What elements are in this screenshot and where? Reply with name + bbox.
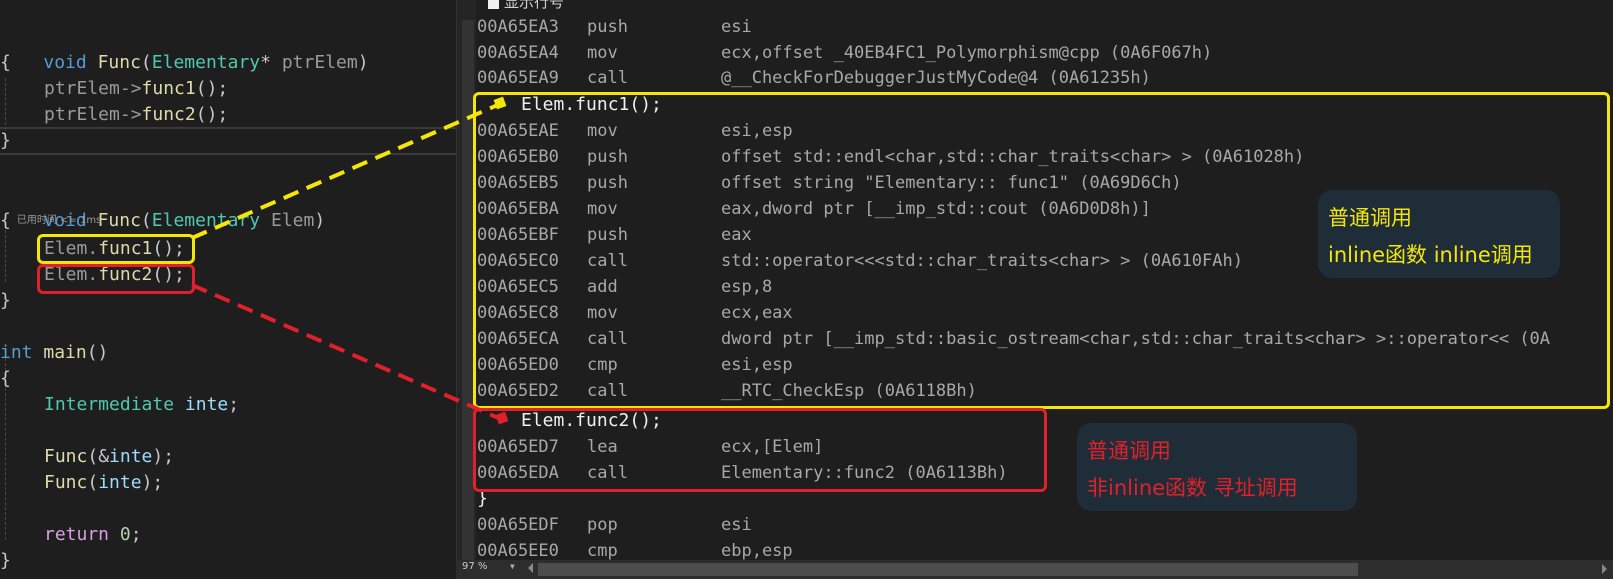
function-name: Func [97, 52, 141, 73]
noninline-call-highlight-box [37, 264, 195, 294]
note-line: inline函数 inline调用 [1328, 243, 1533, 267]
method-name: func1 [141, 78, 196, 99]
punct: ; [228, 394, 240, 415]
code-line-call-val[interactable]: Func(inte); [44, 470, 163, 496]
inline-call-note: 普通调用 inline函数 inline调用 [1318, 190, 1560, 278]
horizontal-scrollbar[interactable] [538, 563, 1598, 577]
asm-address: 00A65EA4 [477, 43, 559, 63]
code-line-brace[interactable]: { 已用时间 <= 1ms [0, 208, 101, 234]
code-line-func-ptr-signature[interactable]: void Func(Elementary* ptrElem) [0, 24, 368, 73]
asm-operand: esi [721, 515, 752, 535]
keyword: void [43, 52, 87, 73]
punct: ; [130, 524, 142, 545]
asm-opcode: push [587, 17, 628, 37]
variable-name: inte [98, 472, 142, 493]
disassembly-options: 显示行号 [476, 0, 776, 12]
brace: } [0, 130, 11, 151]
asm-opcode: pop [587, 515, 618, 535]
type-name: Elementary [151, 210, 261, 231]
scrollbar-thumb[interactable] [538, 563, 1358, 576]
function-name: main [43, 342, 87, 363]
type-name: Elementary [151, 52, 261, 73]
code-line-func-val-signature[interactable]: void Func(Elementary Elem) [0, 182, 325, 231]
asm-address: 00A65EDF [477, 515, 559, 535]
code-line-main-signature[interactable]: int main() [0, 340, 108, 366]
punct: ( [87, 472, 99, 493]
chevron-down-icon[interactable]: ▼ [510, 562, 515, 571]
param-name: ptrElem [270, 52, 358, 73]
punct: () [86, 342, 109, 363]
function-name: Func [44, 446, 88, 467]
show-line-numbers-checkbox[interactable] [488, 0, 499, 9]
code-line-brace[interactable]: } [0, 548, 11, 574]
method-name: func2 [141, 104, 196, 125]
asm-operand: @__CheckForDebuggerJustMyCode@4 (0A61235… [721, 68, 1151, 88]
source-editor[interactable]: void Func(Elementary* ptrElem) { ptrElem… [0, 0, 456, 579]
punct: ); [152, 446, 175, 467]
punct: ) [314, 210, 326, 231]
elapsed-time-codelens[interactable]: 已用时间 <= 1ms [17, 215, 101, 226]
code-line-decl[interactable]: Intermediate inte; [44, 392, 239, 418]
asm-opcode: mov [587, 43, 618, 63]
punct: (); [195, 104, 229, 125]
note-line: 非inline函数 寻址调用 [1087, 476, 1298, 500]
object-ref: ptrElem-> [44, 104, 142, 125]
asm-address: 00A65EA9 [477, 68, 559, 88]
variable-name: inte [109, 446, 153, 467]
code-line-return[interactable]: return 0; [44, 522, 142, 548]
code-line-ptr-func1[interactable]: ptrElem->func1(); [44, 76, 228, 102]
punct: ) [357, 52, 369, 73]
param-name: Elem [260, 210, 315, 231]
code-line-brace[interactable]: { [0, 366, 11, 392]
variable-name: inte [184, 394, 229, 415]
keyword: return [44, 524, 110, 545]
current-line-highlight [0, 127, 456, 155]
zoom-level-dropdown[interactable]: 97 % [462, 561, 487, 572]
function-name: Func [44, 472, 88, 493]
inline-call-highlight-box [37, 234, 195, 264]
asm-operand: esi [721, 17, 752, 37]
disassembly-status-bar: 97 % ▼ [456, 560, 1613, 579]
function-name: Func [97, 210, 141, 231]
scroll-left-icon[interactable] [528, 563, 533, 573]
brace: { [0, 52, 11, 73]
brace: } [0, 550, 11, 571]
type-name: Intermediate [44, 394, 175, 415]
punct: ( [140, 52, 152, 73]
punct: ); [141, 472, 164, 493]
asm-address: 00A65EA3 [477, 17, 559, 37]
punct: (); [195, 78, 229, 99]
brace: } [0, 290, 11, 311]
code-line-brace[interactable]: } [0, 128, 11, 154]
number-literal: 0 [119, 524, 131, 545]
asm-opcode: call [587, 68, 628, 88]
noninline-call-note: 普通调用 非inline函数 寻址调用 [1077, 423, 1357, 511]
pointer-star: * [260, 52, 271, 73]
punct: ( [140, 210, 152, 231]
brace: { [0, 368, 11, 389]
noninline-asm-highlight-box [473, 408, 1047, 492]
code-line-ptr-func2[interactable]: ptrElem->func2(); [44, 102, 228, 128]
asm-operand: ecx,offset _40EB4FC1_Polymorphism@cpp (0… [721, 43, 1213, 63]
code-line-brace[interactable]: } [0, 288, 11, 314]
code-line-call-ptr[interactable]: Func(&inte); [44, 444, 174, 470]
note-line: 普通调用 [1087, 439, 1171, 463]
scroll-right-icon[interactable] [1602, 564, 1607, 574]
keyword: int [0, 342, 33, 363]
object-ref: ptrElem-> [44, 78, 142, 99]
note-line: 普通调用 [1328, 206, 1412, 230]
code-line-brace[interactable]: { [0, 50, 11, 76]
punct: (& [87, 446, 110, 467]
show-line-numbers-label: 显示行号 [504, 0, 565, 11]
brace: { [0, 210, 11, 231]
